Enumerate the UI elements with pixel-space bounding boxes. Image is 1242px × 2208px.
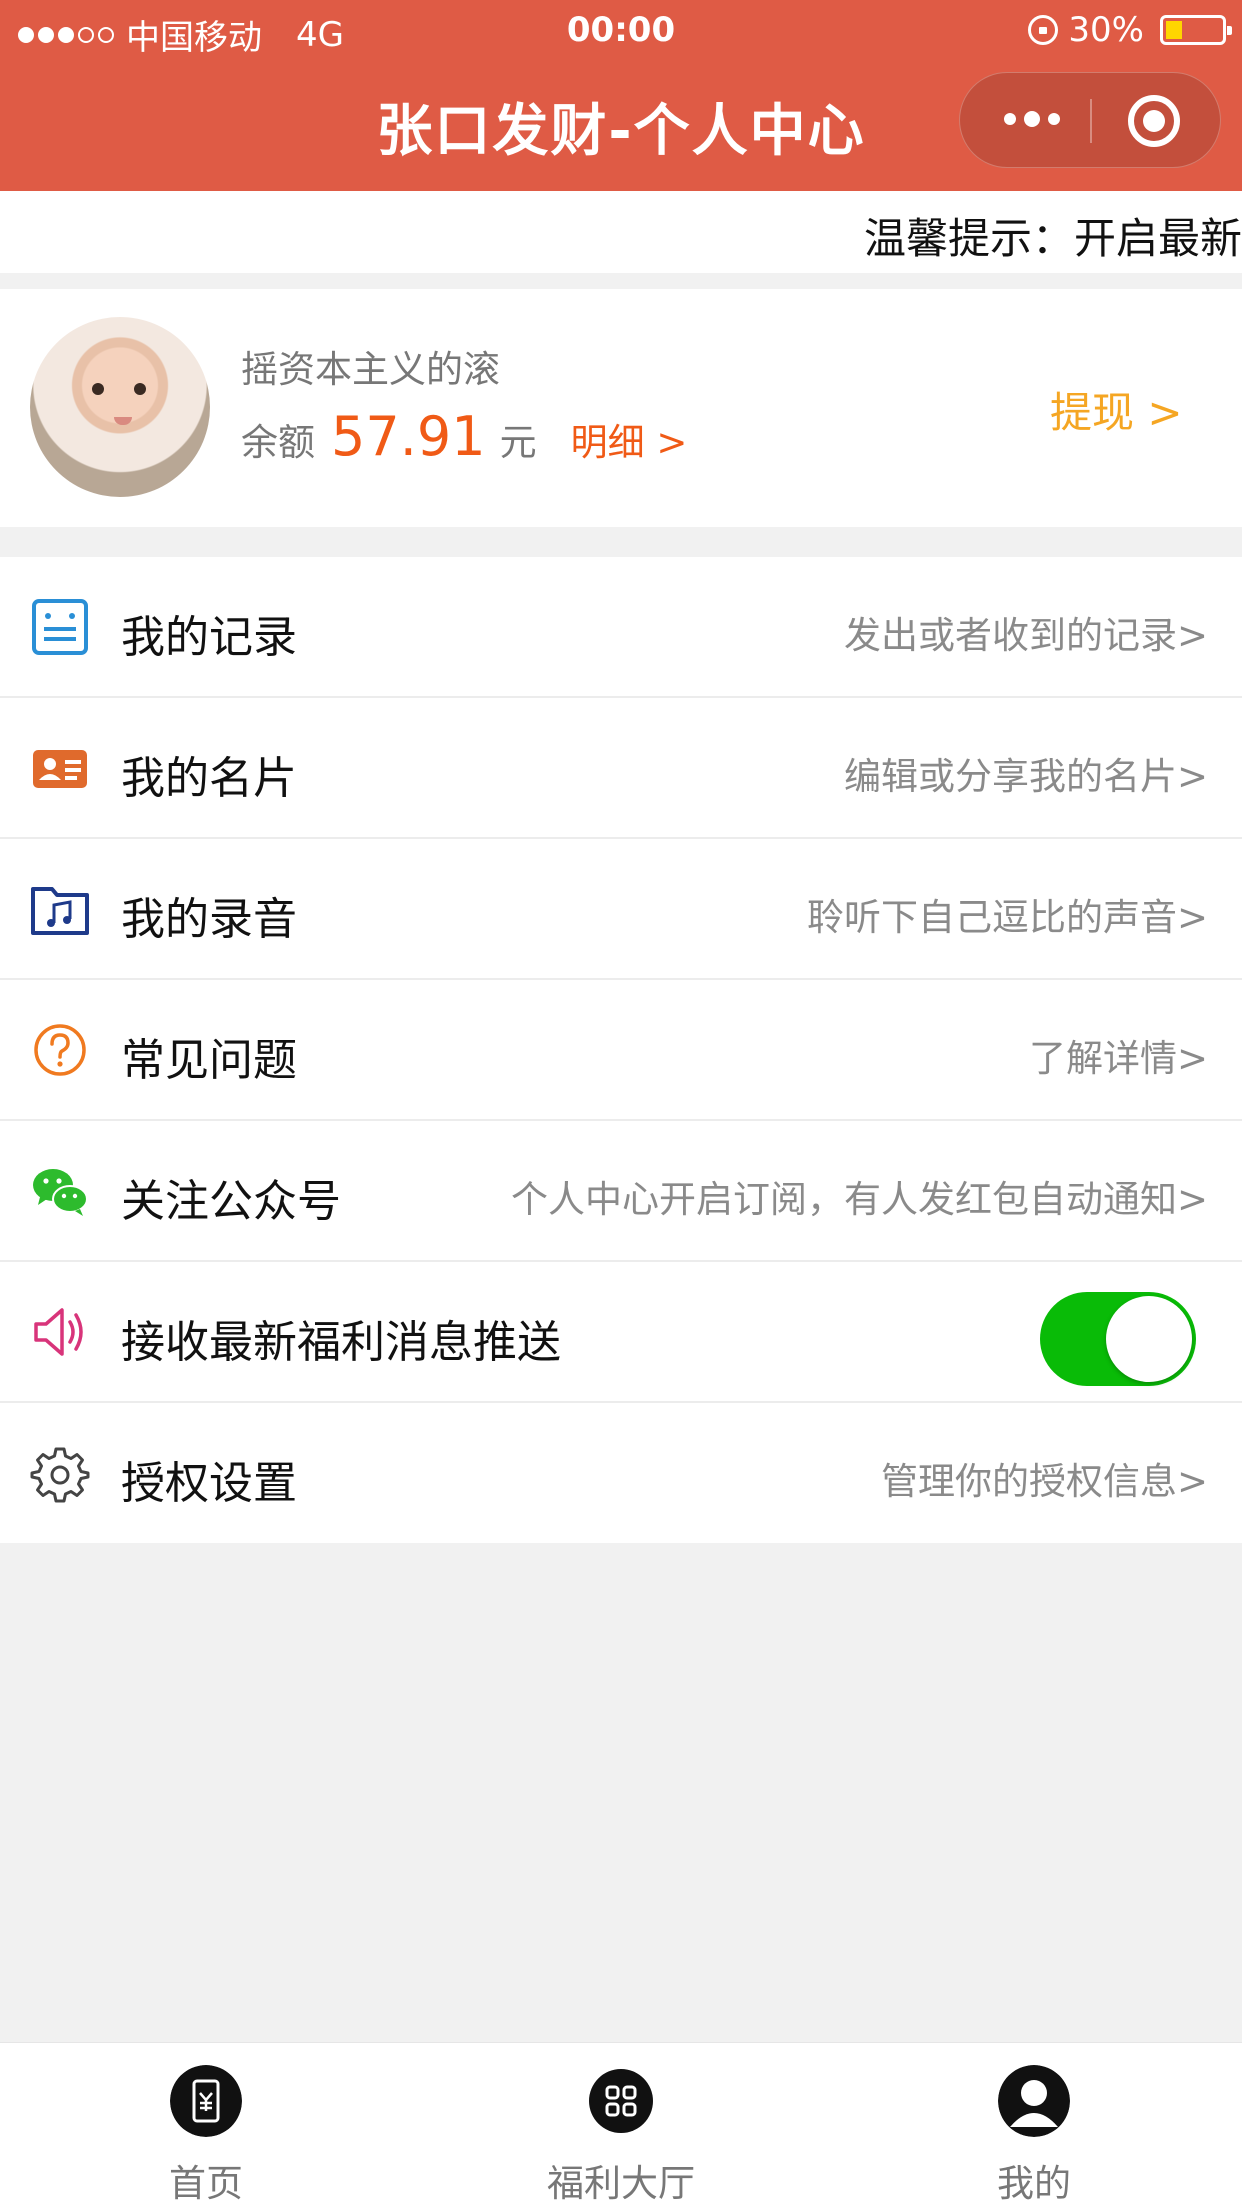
tab-label: 我的 [997, 2162, 1071, 2205]
menu-item-card[interactable]: 我的名片 编辑或分享我的名片> [0, 698, 1242, 839]
detail-link[interactable]: 明细 > [571, 412, 688, 466]
tab-welfare-hall[interactable]: 福利大厅 [521, 2065, 721, 2207]
menu-item-label: 我的名片 [121, 753, 297, 804]
capsule-divider [1090, 99, 1092, 143]
menu-item-push: 接收最新福利消息推送 [0, 1262, 1242, 1403]
menu-item-label: 接收最新福利消息推送 [121, 1317, 561, 1368]
tab-label: 首页 [169, 2162, 243, 2205]
tab-label: 福利大厅 [547, 2162, 695, 2205]
menu-item-records[interactable]: 我的记录 发出或者收到的记录> [0, 557, 1242, 698]
tab-home[interactable]: 首页 [106, 2065, 306, 2207]
push-toggle[interactable] [1040, 1292, 1196, 1386]
tab-mine[interactable]: 我的 [934, 2065, 1134, 2207]
battery-icon [1160, 15, 1232, 45]
menu-item-follow-account[interactable]: 关注公众号 个人中心开启订阅，有人发红包自动通知> [0, 1121, 1242, 1262]
status-right: 30% [1028, 10, 1232, 50]
balance-row: 余额 57.91 元 明细 > [241, 405, 687, 468]
tab-bar: 首页 福利大厅 我的 [0, 2042, 1242, 2208]
more-dots-icon[interactable] [1004, 111, 1060, 127]
user-icon [998, 2065, 1070, 2137]
record-list-icon [32, 599, 88, 655]
id-card-icon [33, 750, 87, 788]
menu-item-desc: 了解详情> [1028, 1037, 1208, 1080]
menu-item-faq[interactable]: 常见问题 了解详情> [0, 980, 1242, 1121]
mini-program-capsule [959, 72, 1221, 168]
menu-item-label: 我的记录 [121, 612, 297, 663]
grid-icon [589, 2069, 653, 2133]
target-circle-icon[interactable] [1128, 95, 1180, 147]
menu-item-label: 关注公众号 [121, 1176, 341, 1227]
menu-item-label: 我的录音 [121, 894, 297, 945]
avatar[interactable] [30, 317, 210, 497]
menu-item-desc: 管理你的授权信息> [880, 1460, 1208, 1503]
notice-text: 温馨提示：开启最新 [864, 214, 1242, 263]
notice-marquee: 温馨提示：开启最新 [0, 191, 1242, 273]
profile-card: 摇资本主义的滚 余额 57.91 元 明细 > 提现 > [0, 289, 1242, 527]
speaker-icon [34, 1308, 83, 1356]
menu-list: 我的记录 发出或者收到的记录> 我的名片 编辑或分享我的名片> 我的录音 聆听下… [0, 557, 1242, 1543]
menu-item-desc: 个人中心开启订阅，有人发红包自动通知> [510, 1178, 1208, 1221]
rotation-lock-icon [1028, 15, 1059, 45]
toggle-knob [1106, 1296, 1192, 1382]
gear-icon [30, 1447, 90, 1503]
menu-item-auth-settings[interactable]: 授权设置 管理你的授权信息> [0, 1403, 1242, 1543]
balance-value: 57.91 [331, 405, 486, 468]
top-bar: 中国移动 4G 00:00 30% 张口发财-个人中心 [0, 0, 1242, 191]
nickname: 摇资本主义的滚 [241, 348, 500, 391]
menu-item-desc: 聆听下自己逗比的声音> [806, 896, 1208, 939]
balance-label: 余额 [241, 421, 315, 464]
menu-item-label: 授权设置 [121, 1458, 297, 1509]
battery-percent: 30% [1068, 10, 1144, 50]
menu-item-recordings[interactable]: 我的录音 聆听下自己逗比的声音> [0, 839, 1242, 980]
status-bar: 中国移动 4G 00:00 30% [0, 0, 1242, 62]
menu-item-label: 常见问题 [121, 1035, 297, 1086]
menu-item-desc: 发出或者收到的记录> [843, 614, 1208, 657]
menu-item-desc: 编辑或分享我的名片> [843, 755, 1208, 798]
wallet-yen-icon [170, 2065, 242, 2137]
question-circle-icon [34, 1024, 86, 1076]
wechat-icon [33, 1169, 88, 1216]
music-folder-icon [31, 887, 89, 935]
withdraw-button[interactable]: 提现 > [1050, 379, 1183, 440]
balance-unit: 元 [499, 421, 537, 464]
